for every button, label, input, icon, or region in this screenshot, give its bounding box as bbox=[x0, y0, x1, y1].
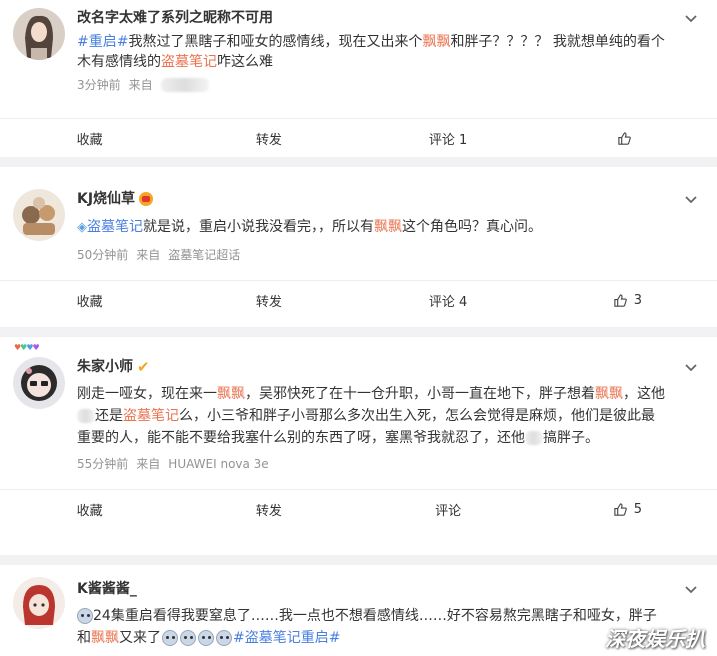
post-meta: 50分钟前 来自 盗墓笔记超话 bbox=[77, 246, 667, 264]
text-segment: 刚走一哑女，现在来一 bbox=[77, 386, 217, 402]
weibo-feed: 改名字太难了系列之昵称不可用 #重启#我熬过了黑瞎子和哑女的感情线，现在又出来个… bbox=[0, 0, 717, 656]
username[interactable]: 改名字太难了系列之昵称不可用 bbox=[77, 8, 667, 28]
action-bar: 收藏 转发 评论 5 bbox=[0, 489, 717, 529]
post-source-prefix: 来自 bbox=[128, 78, 153, 92]
topic-link[interactable]: #盗墓笔记重启# bbox=[233, 630, 340, 646]
post-content: 24集重启看得我要窒息了……我一点也不想看感情线……好不容易熬完黑瞎子和哑女，胖… bbox=[77, 605, 667, 649]
text-segment: 就是说，重启小说我没看完，，所以有 bbox=[143, 219, 374, 235]
repost-button[interactable]: 转发 bbox=[179, 119, 358, 158]
comment-button[interactable]: 评论 4 bbox=[359, 281, 538, 320]
avatar[interactable] bbox=[13, 8, 65, 60]
post-source[interactable]: HUAWEI nova 3e bbox=[168, 455, 268, 473]
collect-label: 收藏 bbox=[76, 133, 103, 148]
username[interactable]: KJ烧仙草 bbox=[77, 189, 135, 209]
keyword-highlight: 飘飘 bbox=[595, 386, 623, 402]
text-segment: 搞胖子。 bbox=[543, 430, 599, 446]
verified-v-icon[interactable]: ✔ bbox=[137, 357, 150, 377]
blurred-text bbox=[525, 431, 543, 445]
collect-label: 收藏 bbox=[76, 295, 103, 310]
comment-button[interactable]: 评论 1 bbox=[359, 119, 538, 158]
blurred-text bbox=[77, 409, 95, 423]
chevron-down-icon[interactable] bbox=[683, 10, 699, 26]
collect-label: 收藏 bbox=[76, 504, 103, 519]
username-row: 朱家小师 ✔ bbox=[77, 357, 667, 377]
username[interactable]: K酱酱酱_ bbox=[77, 579, 667, 599]
vip-crown-icon[interactable] bbox=[139, 192, 154, 206]
keyword-highlight: 飘飘 bbox=[422, 34, 451, 50]
collect-button[interactable]: 收藏 bbox=[0, 281, 179, 320]
text-segment: 这个角色吗？真心问。 bbox=[402, 219, 542, 235]
post-time[interactable]: 3分钟前 bbox=[77, 76, 121, 94]
username-row: KJ烧仙草 bbox=[77, 189, 667, 209]
emoji-icon bbox=[162, 630, 178, 646]
post-card: 改名字太难了系列之昵称不可用 #重启#我熬过了黑瞎子和哑女的感情线，现在又出来个… bbox=[0, 0, 717, 157]
avatar[interactable] bbox=[13, 357, 65, 409]
emoji-icon bbox=[198, 630, 214, 646]
text-segment: 咋这么难 bbox=[217, 54, 273, 70]
post-content: ◈盗墓笔记就是说，重启小说我没看完，，所以有飘飘这个角色吗？真心问。 bbox=[77, 217, 667, 238]
username[interactable]: 朱家小师 bbox=[77, 357, 133, 377]
post-card: KJ烧仙草 ◈盗墓笔记就是说，重启小说我没看完，，所以有飘飘这个角色吗？真心问。… bbox=[0, 167, 717, 327]
thumbs-up-icon bbox=[614, 294, 627, 307]
avatar[interactable] bbox=[13, 189, 65, 241]
post-content: 刚走一哑女，现在来一飘飘，吴邪快死了在十一仓升职，小哥一直在地下，胖子想着飘飘，… bbox=[77, 383, 667, 449]
like-button[interactable] bbox=[538, 119, 717, 158]
text-segment: ，吴邪快死了在十一仓升职，小哥一直在地下，胖子想着 bbox=[245, 386, 595, 402]
text-segment: ，这他 bbox=[623, 386, 665, 402]
like-count: 5 bbox=[633, 502, 643, 517]
emoji-icon bbox=[77, 608, 93, 624]
like-button[interactable]: 3 bbox=[538, 281, 717, 320]
text-segment: 还是 bbox=[95, 408, 123, 424]
repost-label: 转发 bbox=[255, 133, 282, 148]
emoji-icon bbox=[216, 630, 232, 646]
keyword-highlight: 盗墓笔记 bbox=[123, 408, 179, 424]
post-source-prefix: 来自 bbox=[136, 248, 161, 262]
post-content: #重启#我熬过了黑瞎子和哑女的感情线，现在又出来个飘飘和胖子？？？？ 我就想单纯… bbox=[77, 32, 667, 72]
keyword-highlight: 盗墓笔记 bbox=[161, 54, 217, 70]
post-time[interactable]: 50分钟前 bbox=[77, 246, 128, 264]
repost-label: 转发 bbox=[255, 295, 282, 310]
topic-link[interactable]: #重启# bbox=[77, 34, 128, 50]
like-count: 3 bbox=[633, 293, 643, 308]
chevron-down-icon[interactable] bbox=[683, 581, 699, 597]
keyword-highlight: 飘飘 bbox=[91, 630, 119, 646]
text-segment: 又来了 bbox=[119, 630, 161, 646]
post-source-prefix: 来自 bbox=[136, 457, 161, 471]
like-button[interactable]: 5 bbox=[538, 490, 717, 529]
watermark: 深夜娱乐扒 bbox=[605, 627, 705, 651]
chevron-down-icon[interactable] bbox=[683, 359, 699, 375]
post-meta: 3分钟前 来自 bbox=[77, 76, 667, 94]
post-source[interactable]: 盗墓笔记超话 bbox=[168, 246, 240, 264]
post-card: ♥♥♥♥ 朱家小师 ✔ 刚走一哑女，现在来一飘飘，吴邪快死了在十一仓升职，小哥一… bbox=[0, 337, 717, 555]
post-meta: 55分钟前 来自 HUAWEI nova 3e bbox=[77, 455, 667, 473]
post-card: K酱酱酱_ 24集重启看得我要窒息了……我一点也不想看感情线……好不容易熬完黑瞎… bbox=[0, 565, 717, 656]
comment-button[interactable]: 评论 bbox=[359, 490, 538, 529]
text-segment: 我熬过了黑瞎子和哑女的感情线，现在又出来个 bbox=[128, 34, 423, 50]
keyword-highlight: 飘飘 bbox=[217, 386, 245, 402]
collect-button[interactable]: 收藏 bbox=[0, 119, 179, 158]
action-bar: 收藏 转发 评论 4 3 bbox=[0, 280, 717, 320]
post-time[interactable]: 55分钟前 bbox=[77, 455, 128, 473]
comment-label: 评论 4 bbox=[428, 295, 468, 310]
blurred-source bbox=[160, 78, 209, 92]
chevron-down-icon[interactable] bbox=[683, 191, 699, 207]
keyword-highlight: 飘飘 bbox=[374, 219, 402, 235]
topic-link[interactable]: 盗墓笔记 bbox=[87, 219, 143, 235]
repost-label: 转发 bbox=[255, 504, 282, 519]
action-bar: 收藏 转发 评论 1 bbox=[0, 118, 717, 158]
collect-button[interactable]: 收藏 bbox=[0, 490, 179, 529]
comment-label: 评论 bbox=[435, 504, 462, 519]
thumbs-up-icon bbox=[618, 132, 631, 145]
supertopic-icon: ◈ bbox=[77, 220, 87, 235]
emoji-icon bbox=[180, 630, 196, 646]
thumbs-up-icon bbox=[614, 503, 627, 516]
repost-button[interactable]: 转发 bbox=[179, 281, 358, 320]
repost-button[interactable]: 转发 bbox=[179, 490, 358, 529]
avatar[interactable] bbox=[13, 577, 65, 629]
comment-label: 评论 1 bbox=[428, 133, 468, 148]
